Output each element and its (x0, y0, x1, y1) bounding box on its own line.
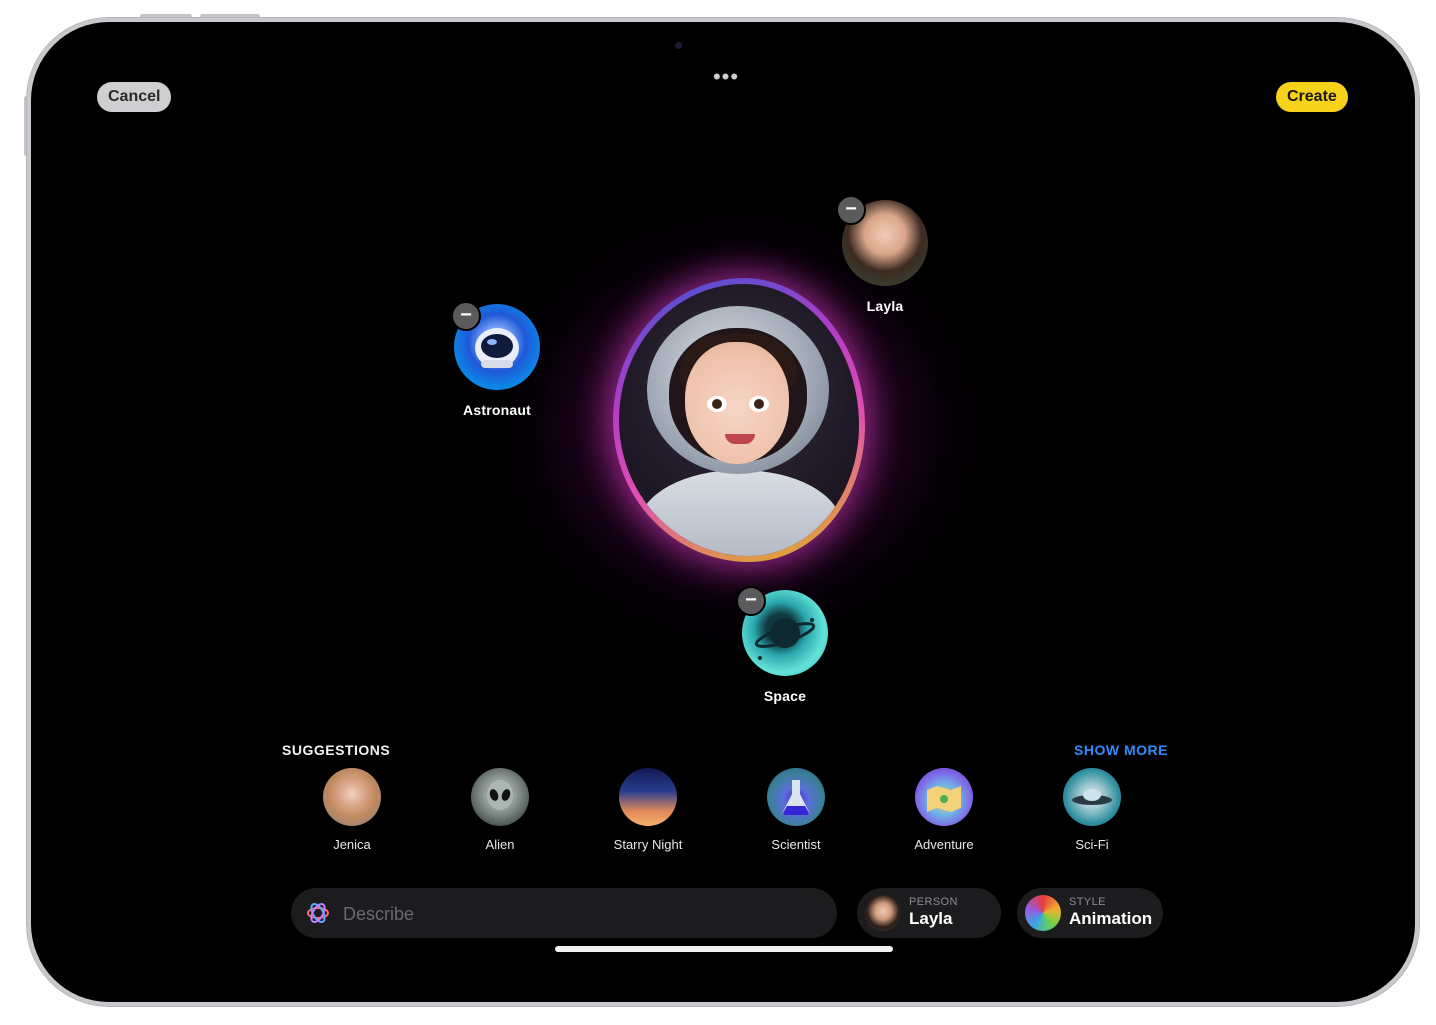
screen: ••• Cancel Create Astronaut − Layla − Sp… (31, 22, 1415, 1002)
preview-image (619, 284, 859, 556)
suggestion-scientist[interactable]: Scientist (741, 768, 851, 852)
person-chip[interactable]: PERSON Layla (857, 888, 1001, 938)
remove-space-button[interactable]: − (736, 586, 766, 616)
person-chip-value: Layla (909, 909, 953, 928)
suggestion-label: Adventure (914, 837, 974, 852)
suggestion-starry-night[interactable]: Starry Night (593, 768, 703, 852)
suggestion-sci-fi[interactable]: Sci-Fi (1037, 768, 1147, 852)
show-more-link[interactable]: SHOW MORE (1074, 742, 1168, 758)
create-button[interactable]: Create (1276, 82, 1348, 112)
style-chip-value: Animation (1069, 909, 1153, 928)
person-chip-key: PERSON (909, 896, 958, 908)
generated-image-preview[interactable] (613, 278, 865, 562)
ellipsis-icon[interactable]: ••• (706, 66, 746, 88)
flask-glyph (782, 780, 810, 815)
suggestion-alien[interactable]: Alien (445, 768, 555, 852)
alien-icon (471, 768, 529, 826)
image-playground-icon (307, 902, 329, 924)
character-eye-right (749, 396, 769, 412)
flask-icon (767, 768, 825, 826)
token-label-layla: Layla (866, 298, 904, 314)
suggestion-jenica[interactable]: Jenica (297, 768, 407, 852)
tablet-frame: ••• Cancel Create Astronaut − Layla − Sp… (27, 18, 1419, 1006)
starry-night-icon (619, 768, 677, 826)
ufo-icon (1063, 768, 1121, 826)
suggestion-adventure[interactable]: Adventure (889, 768, 999, 852)
suggestion-label: Starry Night (613, 837, 683, 852)
home-indicator[interactable] (555, 946, 893, 952)
astronaut-suit (639, 470, 841, 556)
front-camera (675, 42, 682, 49)
suggestion-label: Jenica (333, 837, 371, 852)
person-photo-jenica (323, 768, 381, 826)
describe-field[interactable] (291, 888, 837, 940)
remove-layla-button[interactable]: − (836, 195, 866, 225)
describe-input[interactable] (341, 888, 825, 940)
character-eye-left (707, 396, 727, 412)
suggestion-label: Scientist (771, 837, 821, 852)
style-swatch-icon (1025, 895, 1061, 931)
token-label-astronaut: Astronaut (463, 402, 531, 418)
remove-astronaut-button[interactable]: − (451, 301, 481, 331)
cancel-button[interactable]: Cancel (97, 82, 172, 112)
style-chip[interactable]: STYLE Animation (1017, 888, 1163, 938)
suggestion-label: Sci-Fi (1075, 837, 1109, 852)
style-chip-key: STYLE (1069, 896, 1106, 908)
map-glyph (927, 786, 961, 812)
suggestions-heading: SUGGESTIONS (282, 742, 391, 758)
suggestion-label: Alien (485, 837, 515, 852)
token-label-space: Space (763, 688, 807, 704)
map-icon (915, 768, 973, 826)
character-face (685, 342, 789, 464)
ufo-glyph (1072, 789, 1112, 805)
alien-glyph (487, 780, 513, 810)
person-avatar (865, 895, 901, 931)
